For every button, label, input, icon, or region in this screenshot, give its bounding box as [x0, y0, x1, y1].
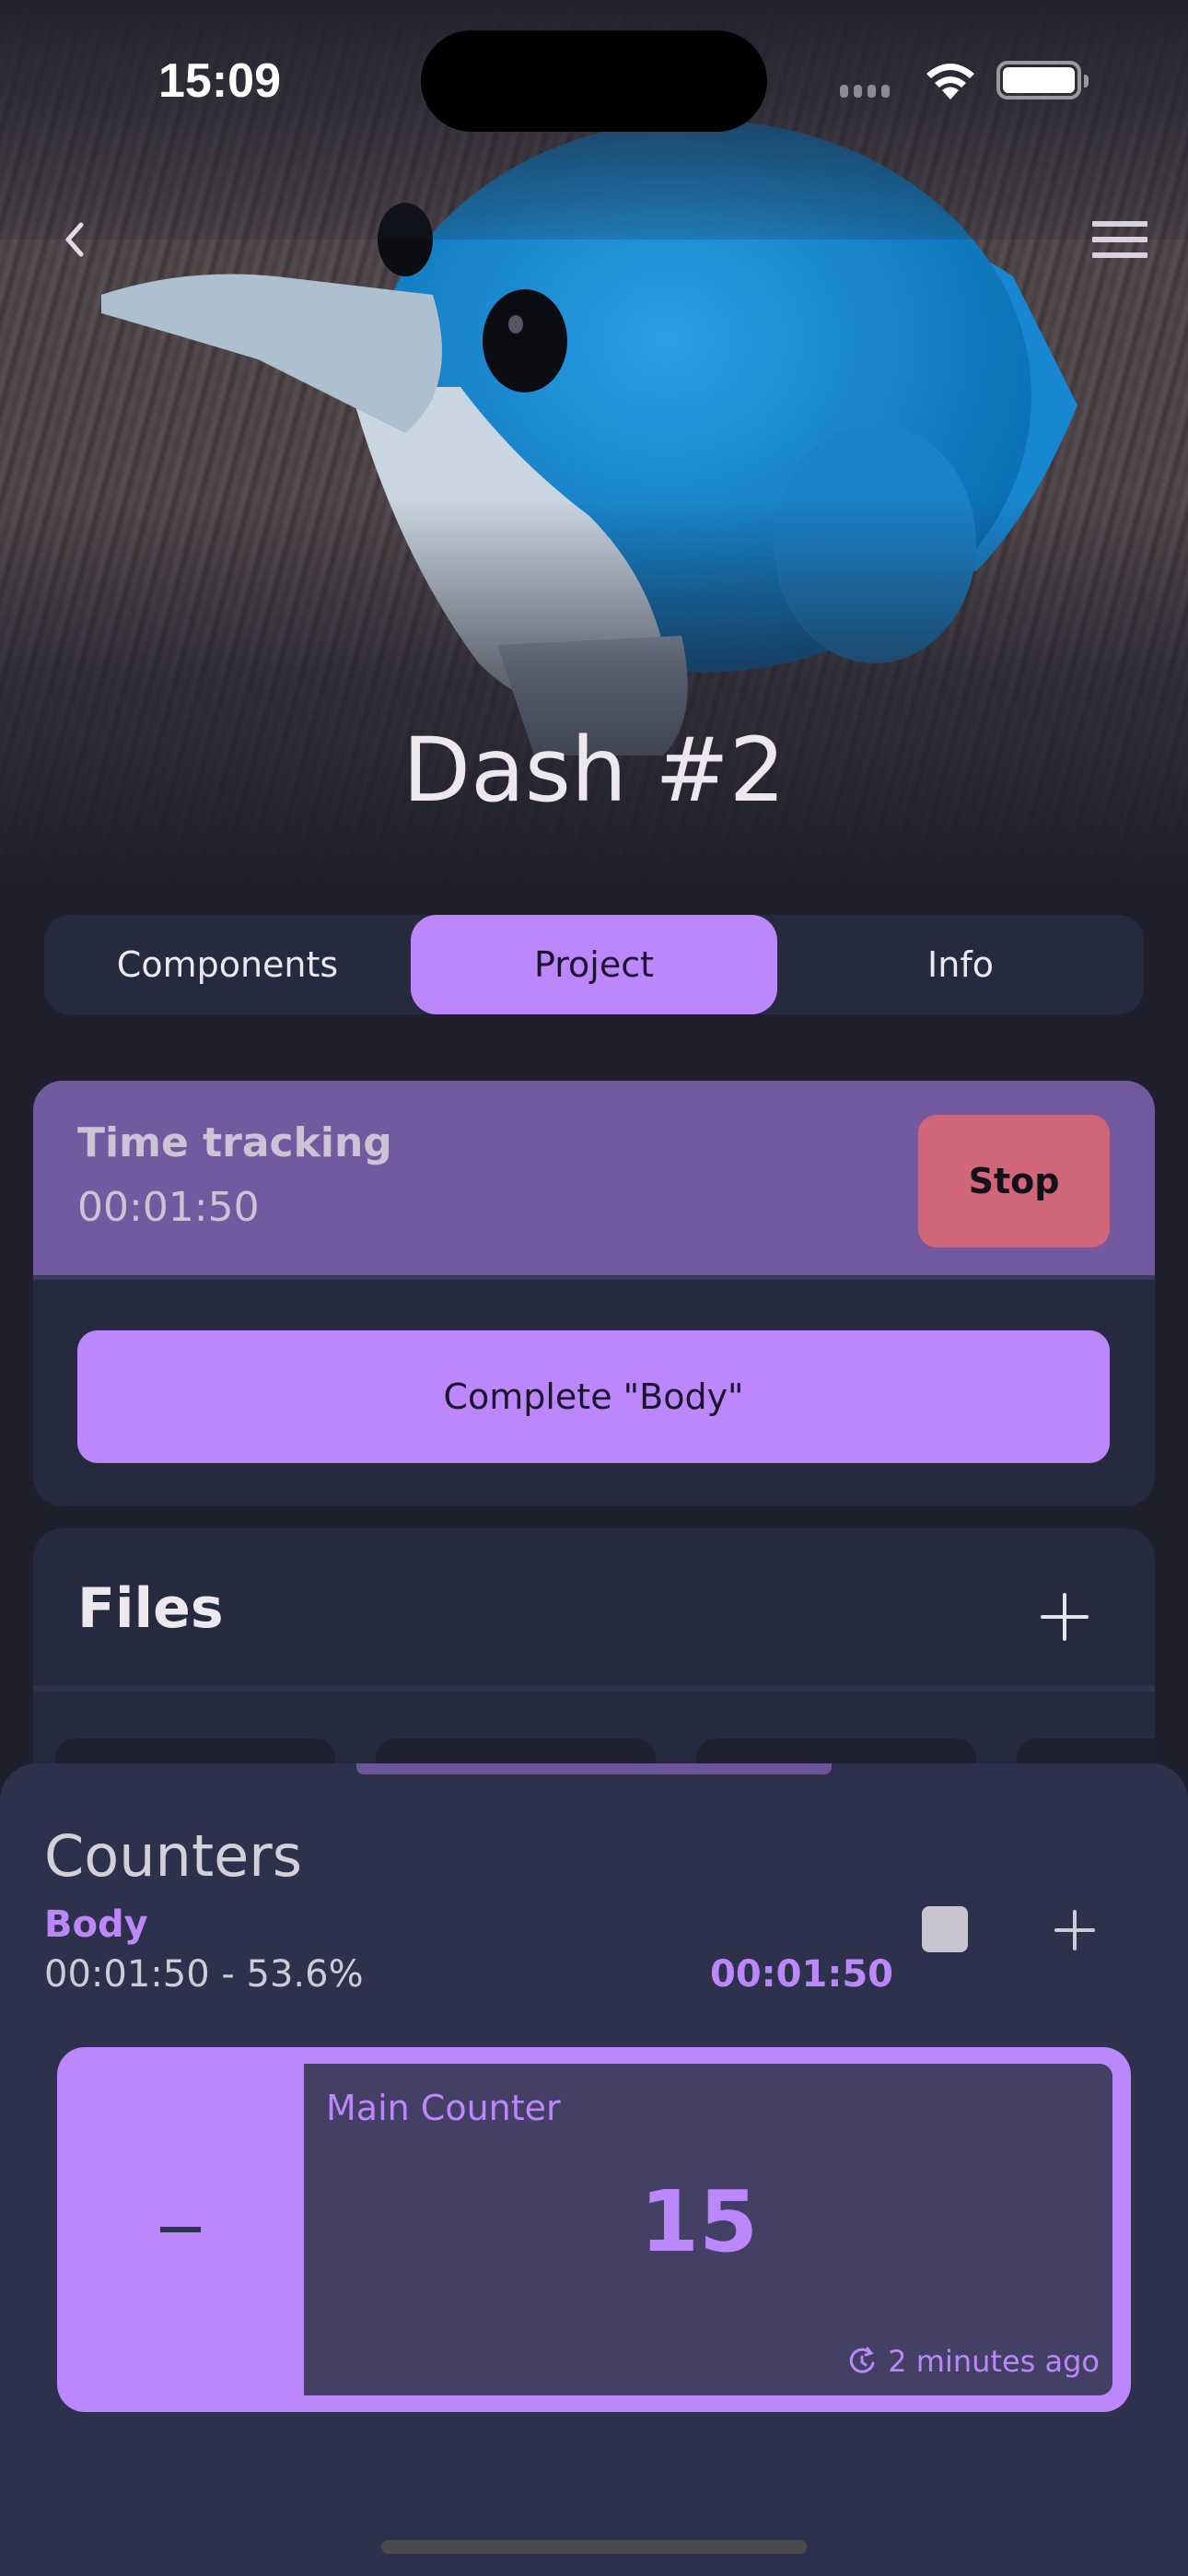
- time-tracking-title: Time tracking: [77, 1119, 392, 1166]
- time-tracking-header: Time tracking 00:01:50 Stop: [33, 1081, 1155, 1280]
- counter-value: 15: [639, 2172, 759, 2271]
- tab-components[interactable]: Components: [44, 915, 411, 1014]
- cellular-signal-icon: [840, 85, 890, 98]
- counters-sheet: Counters Body 00:01:50 - 53.6% 00:01:50 …: [0, 1763, 1188, 2576]
- component-progress: 00:01:50 - 53.6%: [44, 1953, 364, 1996]
- tab-info[interactable]: Info: [777, 915, 1144, 1014]
- component-timer: 00:01:50: [710, 1953, 893, 1996]
- stop-button[interactable]: Stop: [918, 1115, 1110, 1247]
- files-title: Files: [77, 1576, 224, 1641]
- counter-card: Main Counter 15 2 minutes ago: [57, 2047, 1131, 2412]
- add-file-plus-icon[interactable]: [1037, 1589, 1092, 1645]
- history-clock-icon: [850, 2347, 875, 2373]
- component-name: Body: [44, 1903, 148, 1946]
- wifi-icon: [926, 64, 974, 100]
- last-updated-text: 2 minutes ago: [888, 2344, 1100, 2379]
- dynamic-island: [421, 30, 767, 132]
- status-time: 15:09: [158, 54, 281, 108]
- time-tracking-card: Time tracking 00:01:50 Stop Complete "Bo…: [33, 1081, 1155, 1506]
- sheet-drag-handle[interactable]: [356, 1763, 832, 1774]
- add-counter-plus-icon[interactable]: [1053, 1908, 1097, 1952]
- counters-title: Counters: [44, 1822, 303, 1890]
- time-tracking-elapsed: 00:01:50: [77, 1184, 260, 1231]
- battery-icon: [996, 61, 1089, 100]
- project-title: Dash #2: [402, 719, 786, 822]
- back-chevron-icon[interactable]: [53, 212, 99, 267]
- decrement-button[interactable]: [57, 2047, 304, 2412]
- divider: [33, 1686, 1155, 1692]
- home-indicator: [381, 2540, 807, 2554]
- stop-timer-icon[interactable]: [922, 1906, 968, 1952]
- complete-component-button[interactable]: Complete "Body": [77, 1330, 1110, 1463]
- project-hero-image: 15:09 Dash #2: [0, 0, 1188, 884]
- counter-name: Main Counter: [326, 2088, 561, 2128]
- increment-area[interactable]: Main Counter 15 2 minutes ago: [304, 2064, 1112, 2395]
- hamburger-menu-icon[interactable]: [1092, 221, 1147, 258]
- minus-icon: [160, 2227, 201, 2232]
- segmented-tabs: Components Project Info: [44, 915, 1144, 1014]
- tab-project[interactable]: Project: [411, 915, 777, 1014]
- counter-last-updated: 2 minutes ago: [849, 2344, 1100, 2379]
